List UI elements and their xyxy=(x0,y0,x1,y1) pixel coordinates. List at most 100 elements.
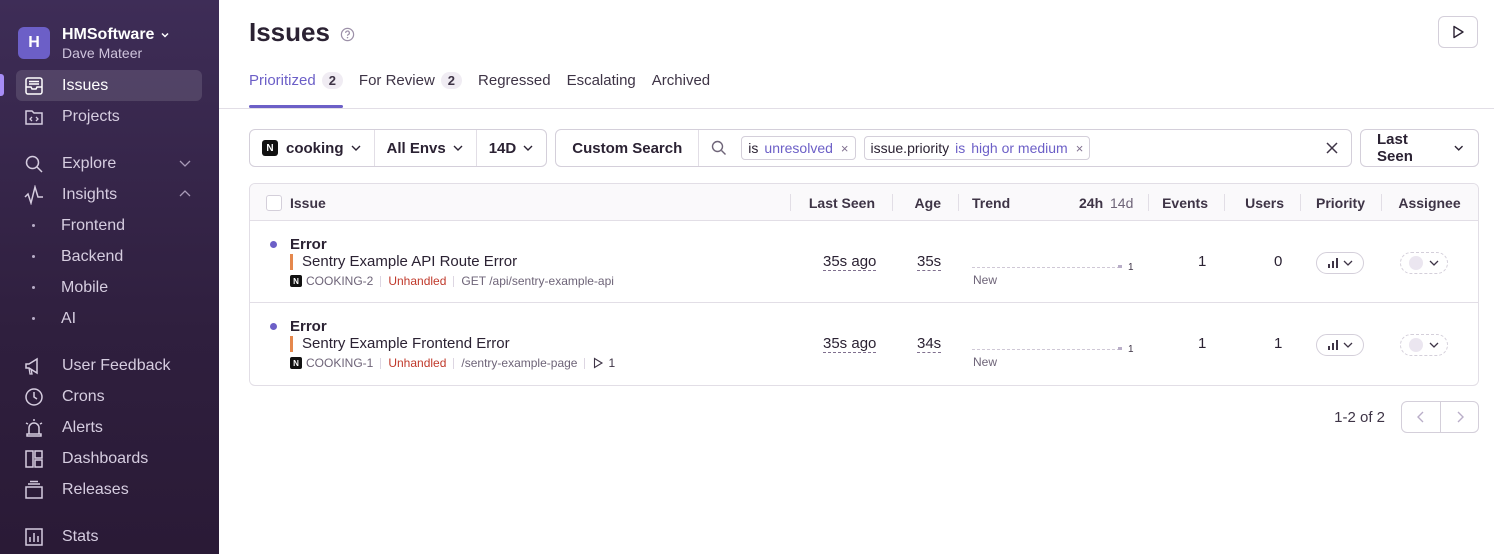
sort-selector[interactable]: Last Seen xyxy=(1360,129,1479,167)
chevron-down-icon xyxy=(1343,342,1353,348)
trend-14d-toggle[interactable]: 14d xyxy=(1110,195,1133,211)
issue-type[interactable]: Error xyxy=(290,236,327,253)
trend-24h-toggle[interactable]: 24h xyxy=(1079,195,1103,211)
token-value[interactable]: high or medium xyxy=(971,140,1068,156)
play-icon xyxy=(594,357,604,369)
sidebar-item-dashboards[interactable]: Dashboards xyxy=(16,443,202,474)
tab-escalating[interactable]: Escalating xyxy=(567,64,636,108)
chevron-down-icon xyxy=(1429,342,1439,348)
org-avatar: H xyxy=(18,27,50,59)
releases-icon xyxy=(24,480,44,500)
replay-count[interactable]: 1 xyxy=(608,356,615,370)
megaphone-icon xyxy=(24,356,44,376)
sidebar-item-label: Explore xyxy=(62,154,117,172)
sidebar-item-releases[interactable]: Releases xyxy=(16,474,202,505)
tab-label: For Review xyxy=(358,71,435,89)
previous-page-button[interactable] xyxy=(1402,402,1440,432)
sidebar-subitem-ai[interactable]: AI xyxy=(16,303,219,334)
table-row[interactable]: Error Sentry Example API Route Error N C… xyxy=(250,221,1478,303)
issue-short-id[interactable]: COOKING-2 xyxy=(306,274,373,288)
sidebar-item-insights[interactable]: Insights xyxy=(16,179,202,210)
tab-archived[interactable]: Archived xyxy=(652,64,710,108)
sidebar-subitem-backend[interactable]: Backend xyxy=(16,241,219,272)
unread-indicator xyxy=(270,241,277,248)
remove-token-icon[interactable]: × xyxy=(1076,141,1084,156)
new-label: New xyxy=(973,355,998,369)
pagination-text: 1-2 of 2 xyxy=(1334,408,1385,426)
tab-label: Archived xyxy=(651,71,711,89)
custom-search-button[interactable]: Custom Search xyxy=(556,130,700,166)
sidebar-item-label: Projects xyxy=(62,107,120,125)
tab-for-review[interactable]: For Review 2 xyxy=(358,64,463,108)
siren-icon xyxy=(24,418,44,438)
search-token-priority[interactable]: issue.priority is high or medium × xyxy=(863,136,1091,160)
issues-icon xyxy=(24,76,44,96)
users-count: 1 xyxy=(1274,335,1283,352)
header-assignee: Assignee xyxy=(1381,184,1478,221)
next-page-button[interactable] xyxy=(1440,402,1478,432)
insights-icon xyxy=(24,184,44,205)
tab-regressed[interactable]: Regressed xyxy=(478,64,551,108)
sidebar-item-alerts[interactable]: Alerts xyxy=(16,412,202,443)
sidebar-item-label: User Feedback xyxy=(62,356,171,374)
sidebar-subitem-frontend[interactable]: Frontend xyxy=(16,210,219,241)
date-selector[interactable]: 14D xyxy=(475,130,547,166)
sidebar-item-projects[interactable]: Projects xyxy=(16,101,202,132)
tab-count: 2 xyxy=(321,71,343,89)
project-selector[interactable]: N cooking xyxy=(250,130,374,166)
search-icon xyxy=(24,154,44,174)
unread-indicator xyxy=(270,323,277,330)
main-content: Issues Prioritized 2 For Review 2 Regresse… xyxy=(219,0,1494,554)
chevron-down-icon xyxy=(161,32,169,38)
header-last-seen[interactable]: Last Seen xyxy=(790,184,892,221)
clear-search-icon[interactable] xyxy=(1325,141,1339,155)
remove-token-icon[interactable]: × xyxy=(841,141,849,156)
help-icon[interactable] xyxy=(340,27,355,42)
sort-label: Last Seen xyxy=(1377,131,1413,165)
sidebar-item-label: Stats xyxy=(62,527,99,545)
priority-bars-icon xyxy=(1328,340,1338,350)
priority-dropdown[interactable] xyxy=(1316,334,1364,356)
header-priority: Priority xyxy=(1300,184,1381,221)
token-key: is xyxy=(748,140,759,156)
issue-type[interactable]: Error xyxy=(290,318,327,335)
token-operator[interactable]: is xyxy=(955,140,965,156)
sidebar-subitem-label: Backend xyxy=(61,247,124,265)
issue-short-id[interactable]: COOKING-1 xyxy=(306,356,373,370)
header-age[interactable]: Age xyxy=(892,184,958,221)
new-label: New xyxy=(973,273,998,287)
header-issue: Issue xyxy=(290,194,326,211)
header-events[interactable]: Events xyxy=(1148,184,1224,221)
tab-list: Prioritized 2 For Review 2 Regressed Escal… xyxy=(249,64,726,108)
search-token-is[interactable]: is unresolved × xyxy=(741,136,856,160)
trend-max: 1 xyxy=(1128,344,1134,355)
table-row[interactable]: Error Sentry Example Frontend Error N CO… xyxy=(250,303,1478,385)
org-switcher[interactable]: H HMSoftware Dave Mateer xyxy=(0,0,219,68)
token-value[interactable]: unresolved xyxy=(764,140,833,156)
sidebar-item-explore[interactable]: Explore xyxy=(16,148,202,179)
sidebar-item-label: Issues xyxy=(62,76,109,94)
tab-prioritized[interactable]: Prioritized 2 xyxy=(249,64,343,108)
priority-dropdown[interactable] xyxy=(1316,252,1364,274)
environment-selector[interactable]: All Envs xyxy=(373,130,476,166)
projects-icon xyxy=(24,107,44,127)
issue-message: Sentry Example API Route Error xyxy=(290,254,517,270)
search-bar[interactable]: Custom Search is unresolved × issue.prio… xyxy=(555,129,1352,167)
sidebar-item-issues[interactable]: Issues xyxy=(16,70,202,101)
table-header: Issue Last Seen Age Trend 24h 14d Events… xyxy=(250,184,1478,221)
assignee-dropdown[interactable] xyxy=(1400,252,1448,274)
sidebar-item-crons[interactable]: Crons xyxy=(16,381,202,412)
assignee-dropdown[interactable] xyxy=(1400,334,1448,356)
chevron-left-icon xyxy=(1417,411,1424,423)
select-all-checkbox[interactable] xyxy=(266,184,282,221)
unhandled-label: Unhandled xyxy=(388,356,447,370)
play-button[interactable] xyxy=(1438,16,1478,48)
chevron-down-icon xyxy=(179,160,191,167)
header-users[interactable]: Users xyxy=(1224,184,1300,221)
sidebar-subitem-mobile[interactable]: Mobile xyxy=(16,272,219,303)
sidebar-item-stats[interactable]: Stats xyxy=(16,521,202,552)
tab-label: Escalating xyxy=(566,71,636,89)
active-indicator xyxy=(0,74,4,96)
sidebar-item-user-feedback[interactable]: User Feedback xyxy=(16,350,202,381)
search-icon xyxy=(712,140,727,155)
